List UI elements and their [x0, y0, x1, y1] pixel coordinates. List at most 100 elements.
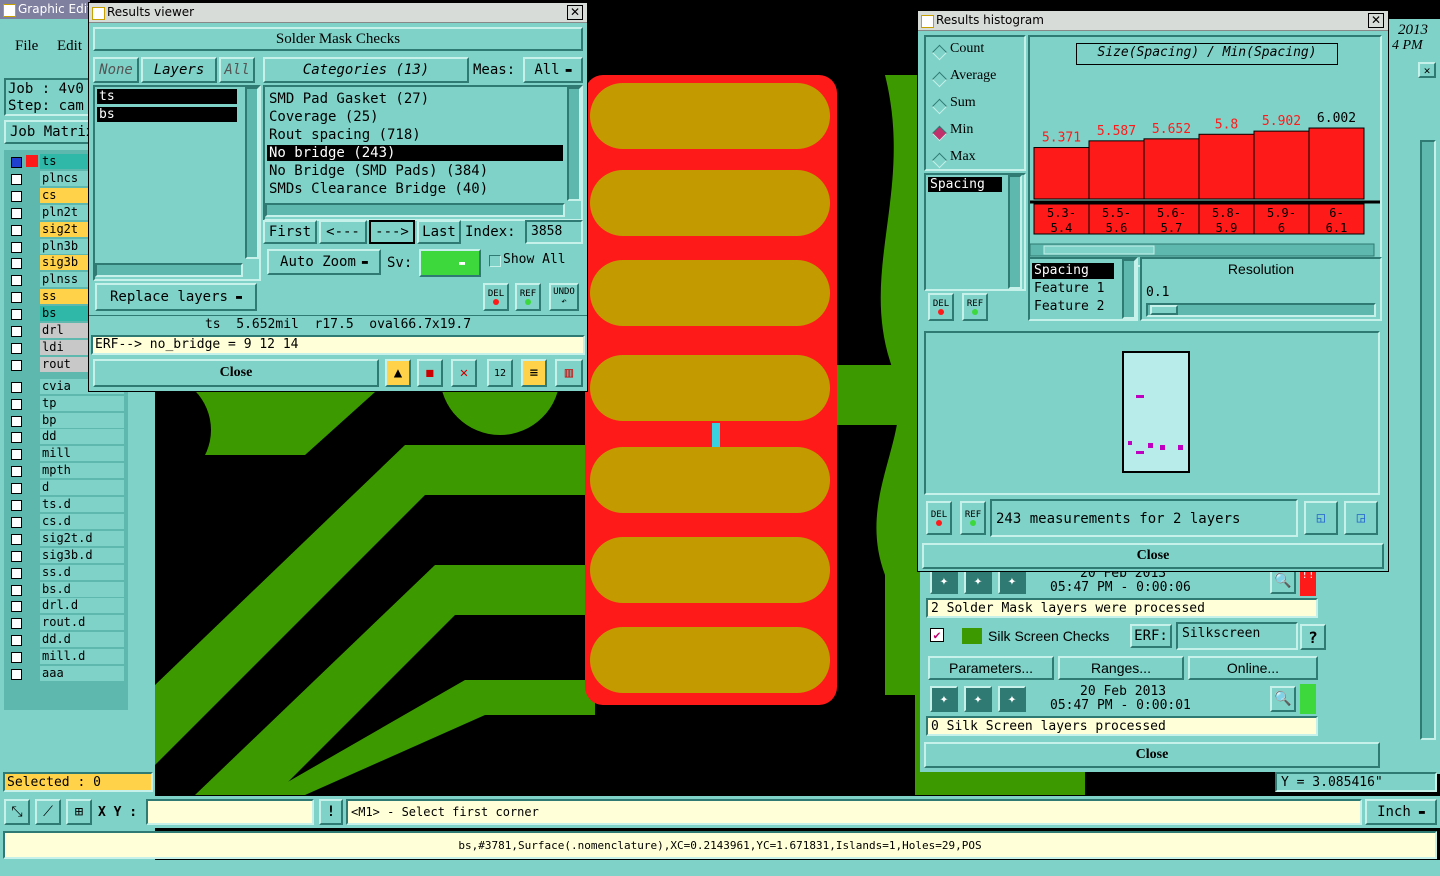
layer-checkbox[interactable] [11, 174, 22, 185]
layer-row[interactable]: ss.d [8, 565, 124, 580]
layer-name[interactable]: aaa [40, 666, 124, 681]
erf-button[interactable]: ERF: [1130, 624, 1172, 648]
layer-name[interactable]: sig3b.d [40, 548, 124, 563]
category-item[interactable]: SMD Pad Gasket (27) [267, 91, 563, 107]
layer-select-item[interactable]: ts [97, 89, 237, 104]
layer-list-hscroll[interactable] [95, 263, 243, 277]
report-icon[interactable]: ◼ [417, 359, 443, 387]
layers-button[interactable]: Layers [141, 57, 217, 83]
layer-row[interactable]: aaa [8, 666, 124, 681]
silk-enable-checkbox[interactable]: ✔ [930, 628, 944, 642]
measure-list-item[interactable]: Spacing [928, 177, 1002, 192]
silk-run-icon[interactable]: ✦ [930, 686, 958, 712]
category-scroll[interactable] [567, 87, 581, 201]
menu-edit[interactable]: Edit [57, 38, 82, 55]
online-button[interactable]: Online... [1188, 656, 1318, 680]
delete-marker-icon[interactable]: ✕ [451, 359, 477, 387]
silk-run-step-icon[interactable]: ✦ [964, 686, 992, 712]
histogram-chart[interactable]: 5.371 5.3-5.4 5.587 5.5-5.6 5.652 5.6-5.7 5.8 5… [1030, 37, 1380, 265]
layer-checkbox[interactable] [11, 669, 22, 680]
layer-name[interactable]: rout.d [40, 615, 124, 630]
layer-checkbox[interactable] [11, 309, 22, 320]
preview-del-button[interactable]: DEL [926, 501, 952, 535]
silk-run-all-icon[interactable]: ✦ [998, 686, 1026, 712]
silk-view-icon[interactable]: 🔍 [1270, 686, 1296, 712]
layer-name[interactable]: mill [40, 446, 124, 461]
layer-checkbox[interactable] [11, 275, 22, 286]
layer-row[interactable]: mill.d [8, 649, 124, 664]
parameters-button[interactable]: Parameters... [928, 656, 1054, 680]
feature-list[interactable]: Spacing Feature 1 Feature 2 [1028, 257, 1138, 321]
measure-list[interactable]: Spacing [924, 173, 1026, 291]
option-radio[interactable] [931, 125, 948, 142]
layer-checkbox[interactable] [11, 225, 22, 236]
layer-checkbox[interactable] [11, 568, 22, 579]
layer-row[interactable]: mpth [8, 463, 124, 478]
option-radio[interactable] [931, 71, 948, 88]
category-item[interactable]: No bridge (243) [267, 145, 563, 161]
option-label[interactable]: Min [950, 122, 973, 138]
grid-icon[interactable]: ⊞ [66, 799, 92, 825]
layer-checkbox[interactable] [11, 416, 22, 427]
layer-checkbox[interactable] [11, 326, 22, 337]
layer-name[interactable]: mill.d [40, 649, 124, 664]
layer-row[interactable]: rout.d [8, 615, 124, 630]
feature-item[interactable]: Feature 1 [1032, 281, 1120, 297]
layer-checkbox[interactable] [11, 500, 22, 511]
histogram-close-button[interactable]: Close [922, 543, 1384, 569]
meas-select[interactable]: All ▬ [523, 57, 583, 83]
layer-checkbox[interactable] [11, 258, 22, 269]
alert-icon[interactable]: ! [319, 799, 343, 825]
analysis-close-button[interactable]: Close [924, 742, 1380, 768]
layer-row[interactable]: bs.d [8, 582, 124, 597]
layer-name[interactable]: ss.d [40, 565, 124, 580]
hist-ref-button[interactable]: REF [962, 293, 988, 321]
layer-checkbox[interactable] [11, 585, 22, 596]
layer-name[interactable]: drl.d [40, 598, 124, 613]
zoom-extent-icon[interactable]: ◱ [1304, 501, 1338, 535]
layer-name[interactable]: bs.d [40, 582, 124, 597]
option-label[interactable]: Count [950, 41, 984, 57]
first-button[interactable]: First [263, 220, 317, 244]
layer-list-vscroll[interactable] [245, 87, 259, 259]
layer-name[interactable]: d [40, 480, 124, 495]
layer-name[interactable]: mpth [40, 463, 124, 478]
numbers-icon[interactable]: 12 [487, 359, 513, 387]
layer-name[interactable]: sig2t.d [40, 531, 124, 546]
layer-row[interactable]: d [8, 480, 124, 495]
category-item[interactable]: No Bridge (SMD Pads) (384) [267, 163, 563, 179]
prev-button[interactable]: <--- [319, 220, 367, 244]
layer-checkbox[interactable] [11, 208, 22, 219]
measure-icon[interactable]: ⟋ [35, 799, 61, 825]
layer-name[interactable]: dd.d [40, 632, 124, 647]
auto-zoom-select[interactable]: Auto Zoom ▬ [267, 249, 381, 275]
show-all-checkbox[interactable] [489, 255, 501, 267]
measure-list-scroll[interactable] [1008, 175, 1022, 289]
index-field[interactable]: 3858 [525, 220, 583, 244]
menu-file[interactable]: File [15, 38, 38, 55]
categories-button[interactable]: Categories (13) [263, 57, 469, 83]
hist-del-button[interactable]: DEL [928, 293, 954, 321]
category-item[interactable]: Rout spacing (718) [267, 127, 563, 143]
sv-color-select[interactable]: ▬ [419, 249, 481, 277]
option-radio[interactable] [931, 98, 948, 115]
category-list[interactable]: SMD Pad Gasket (27) Coverage (25) Rout spa… [263, 85, 583, 221]
layer-checkbox[interactable] [11, 449, 22, 460]
layer-row[interactable]: bp [8, 413, 124, 428]
layer-checkbox[interactable] [11, 360, 22, 371]
ranges-button[interactable]: Ranges... [1058, 656, 1184, 680]
layer-row[interactable]: cs.d [8, 514, 124, 529]
layer-checkbox[interactable] [11, 551, 22, 562]
layer-checkbox[interactable] [11, 618, 22, 629]
category-item[interactable]: SMDs Clearance Bridge (40) [267, 181, 563, 197]
layer-checkbox[interactable] [11, 432, 22, 443]
layer-color-swatch[interactable] [26, 155, 38, 167]
option-radio[interactable] [931, 152, 948, 169]
layer-select-list[interactable]: ts bs [93, 85, 261, 281]
layer-name[interactable]: ts.d [40, 497, 124, 512]
layer-checkbox[interactable] [11, 517, 22, 528]
zoom-region-icon[interactable]: ◲ [1344, 501, 1378, 535]
layer-checkbox[interactable] [11, 601, 22, 612]
category-hscroll[interactable] [265, 203, 565, 217]
layer-name[interactable]: dd [40, 429, 124, 444]
